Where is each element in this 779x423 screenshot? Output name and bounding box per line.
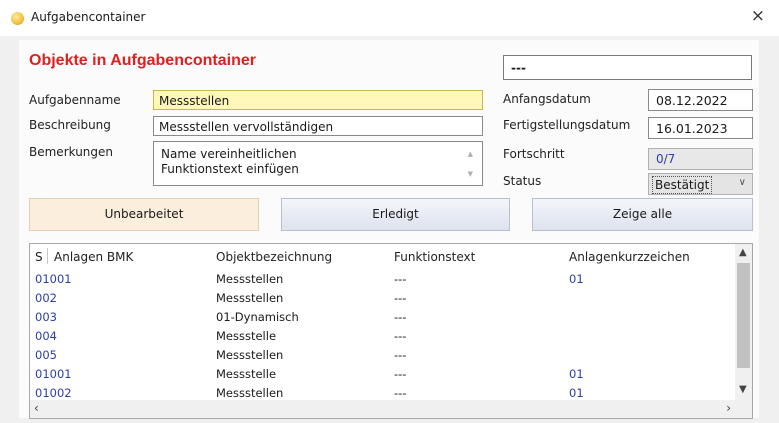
bemerkungen-textarea[interactable]: Name vereinheitlichen Funktionstext einf…: [153, 141, 483, 186]
cell-objektbezeichnung: Messstellen: [216, 348, 284, 362]
cell-anlagen-bmk: 003: [35, 310, 57, 324]
erledigt-button[interactable]: Erledigt: [281, 198, 510, 231]
cell-funktionstext: ---: [394, 367, 407, 381]
scroll-down-icon[interactable]: ▼: [739, 384, 747, 395]
cell-anlagen-bmk: 01001: [35, 272, 72, 286]
aufgabenname-label: Aufgabenname: [29, 93, 121, 107]
column-header-objektbezeichnung[interactable]: Objektbezeichnung: [216, 250, 332, 264]
cell-anlagen-bmk: 005: [35, 348, 57, 362]
cell-anlagenkurzzeichen: 01: [569, 367, 584, 381]
column-header-anlagen-bmk[interactable]: Anlagen BMK: [54, 250, 133, 264]
table-row[interactable]: 002 Messstellen ---: [30, 289, 734, 309]
scrollbar-thumb[interactable]: [737, 263, 750, 368]
column-header-funktionstext[interactable]: Funktionstext: [394, 250, 475, 264]
header-divider: [47, 248, 48, 264]
scroll-up-icon[interactable]: ▲: [468, 150, 473, 158]
table-row[interactable]: 004 Messstelle ---: [30, 327, 734, 347]
fortschritt-label: Fortschritt: [503, 147, 565, 161]
cell-objektbezeichnung: Messstelle: [216, 329, 277, 343]
window-title: Aufgabencontainer: [31, 10, 146, 24]
scroll-right-icon[interactable]: ›: [726, 401, 731, 415]
chevron-down-icon[interactable]: ∨: [739, 177, 746, 188]
cell-funktionstext: ---: [394, 291, 407, 305]
zeige-alle-button[interactable]: Zeige alle: [532, 198, 753, 231]
cell-objektbezeichnung: Messstellen: [216, 386, 284, 400]
vertical-scrollbar[interactable]: ▲ ▼: [735, 244, 752, 400]
status-label: Status: [503, 174, 542, 188]
status-value: Bestätigt: [652, 176, 713, 194]
bemerkungen-label: Bemerkungen: [29, 145, 114, 159]
cell-objektbezeichnung: Messstellen: [216, 272, 284, 286]
anfangsdatum-field[interactable]: 08.12.2022: [648, 89, 753, 111]
scroll-down-icon[interactable]: ▼: [468, 170, 473, 178]
table-row[interactable]: 003 01-Dynamisch ---: [30, 308, 734, 328]
cell-anlagen-bmk: 002: [35, 291, 57, 305]
table-row[interactable]: 01001 Messstellen --- 01: [30, 270, 734, 290]
cell-anlagen-bmk: 004: [35, 329, 57, 343]
cell-anlagen-bmk: 01001: [35, 367, 72, 381]
cell-objektbezeichnung: 01-Dynamisch: [216, 310, 299, 324]
column-header-s[interactable]: S: [35, 250, 43, 264]
fertigstellungsdatum-field[interactable]: 16.01.2023: [648, 117, 753, 139]
fertigstellungsdatum-label: Fertigstellungsdatum: [503, 118, 631, 132]
anfangsdatum-label: Anfangsdatum: [503, 92, 591, 106]
page-title: Objekte in Aufgabencontainer: [29, 52, 256, 69]
cell-funktionstext: ---: [394, 329, 407, 343]
bemerkungen-line-2: Funktionstext einfügen: [161, 162, 299, 176]
cell-anlagenkurzzeichen: 01: [569, 272, 584, 286]
horizontal-scrollbar[interactable]: ‹ ›: [30, 400, 752, 418]
close-icon[interactable]: ×: [751, 6, 765, 26]
unbearbeitet-button[interactable]: Unbearbeitet: [29, 198, 259, 231]
cell-funktionstext: ---: [394, 272, 407, 286]
bemerkungen-line-1: Name vereinheitlichen: [161, 147, 297, 161]
cell-objektbezeichnung: Messstellen: [216, 291, 284, 305]
fortschritt-value: 0/7: [648, 148, 753, 170]
status-select[interactable]: Bestätigt ∨: [648, 173, 753, 195]
title-bar: Aufgabencontainer ×: [0, 0, 779, 36]
app-icon: [11, 12, 24, 25]
cell-funktionstext: ---: [394, 386, 407, 400]
beschreibung-field[interactable]: Messstellen vervollständigen: [153, 116, 483, 136]
cell-funktionstext: ---: [394, 348, 407, 362]
cell-objektbezeichnung: Messstelle: [216, 367, 277, 381]
objects-table[interactable]: S Anlagen BMK Objektbezeichnung Funktion…: [29, 243, 753, 419]
table-row[interactable]: 005 Messstellen ---: [30, 346, 734, 366]
scroll-up-icon[interactable]: ▲: [739, 247, 747, 258]
scroll-left-icon[interactable]: ‹: [34, 401, 39, 415]
cell-anlagen-bmk: 01002: [35, 386, 72, 400]
top-info-field[interactable]: ---: [503, 55, 752, 80]
aufgabenname-field[interactable]: Messstellen: [153, 90, 483, 110]
cell-funktionstext: ---: [394, 310, 407, 324]
beschreibung-label: Beschreibung: [29, 118, 111, 132]
table-row[interactable]: 01001 Messstelle --- 01: [30, 365, 734, 385]
cell-anlagenkurzzeichen: 01: [569, 386, 584, 400]
column-header-anlagenkurzzeichen[interactable]: Anlagenkurzzeichen: [569, 250, 690, 264]
